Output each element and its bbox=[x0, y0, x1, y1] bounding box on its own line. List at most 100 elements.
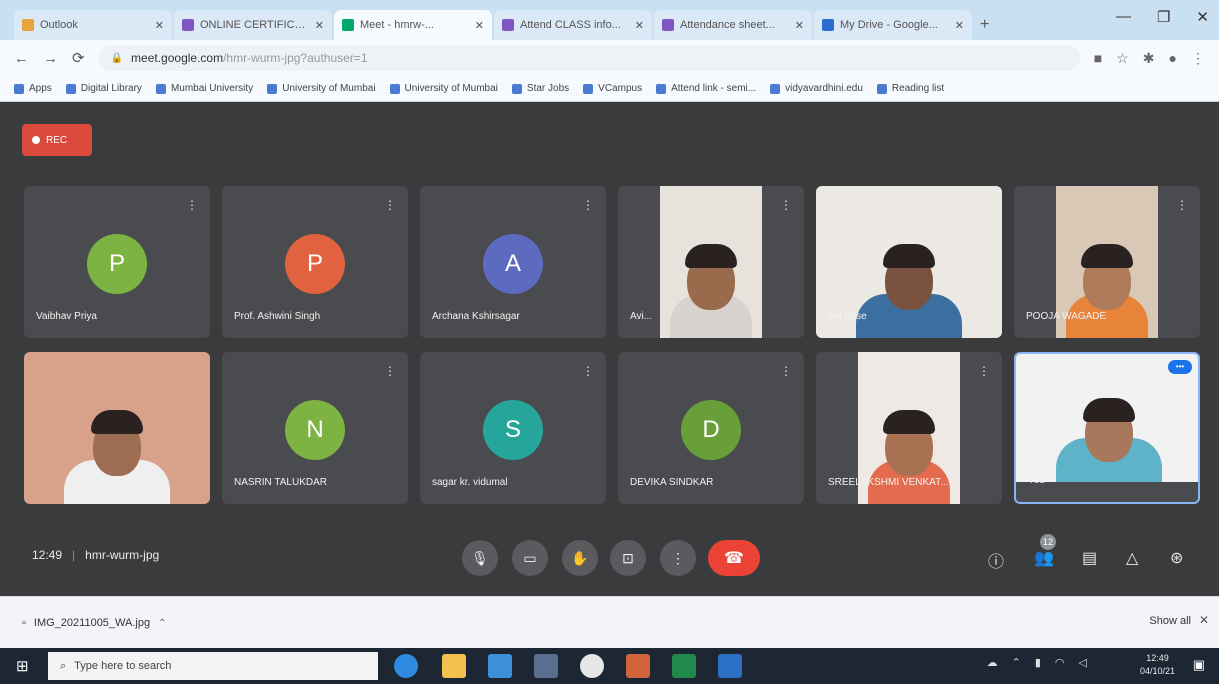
back-icon[interactable]: ← bbox=[14, 50, 29, 67]
bookmark-item[interactable]: Apps bbox=[14, 83, 52, 94]
participant-tile[interactable]: N ⋮ NASRIN TALUKDAR bbox=[222, 352, 408, 504]
tab-close-icon[interactable]: ✕ bbox=[155, 19, 164, 32]
browser-tab[interactable]: My Drive - Google... ✕ bbox=[814, 10, 972, 40]
activities-icon: △ bbox=[1126, 550, 1139, 567]
windows-start-icon[interactable]: ⊞ bbox=[16, 657, 29, 675]
people-button[interactable]: 👥 12 bbox=[1034, 534, 1056, 568]
bookmark-item[interactable]: Reading list bbox=[876, 83, 944, 94]
word-icon[interactable] bbox=[718, 654, 742, 678]
chat-button[interactable]: ▤ bbox=[1082, 548, 1097, 568]
participant-tile[interactable]: ⋮ Avi Wise bbox=[816, 186, 1002, 338]
bookmark-label: VCampus bbox=[598, 83, 643, 94]
chrome-icon[interactable] bbox=[580, 654, 604, 678]
chat-icon: ▤ bbox=[1082, 550, 1098, 567]
participant-tile[interactable] bbox=[24, 352, 210, 504]
show-all-button[interactable]: Show all bbox=[1149, 615, 1191, 627]
maximize-button[interactable]: ❐ bbox=[1157, 8, 1170, 26]
tab-close-icon[interactable]: ✕ bbox=[475, 19, 484, 32]
forward-icon[interactable]: → bbox=[43, 50, 58, 67]
tile-more-icon[interactable]: ⋮ bbox=[582, 198, 594, 212]
bookmark-item[interactable]: Attend link - semi... bbox=[656, 83, 756, 94]
bookmark-item[interactable]: University of Mumbai bbox=[389, 83, 498, 94]
weather-icon[interactable]: ☁ bbox=[987, 656, 998, 669]
bookmark-item[interactable]: VCampus bbox=[583, 83, 642, 94]
taskbar-clock[interactable]: 12:49 04/10/21 bbox=[1140, 652, 1175, 678]
tile-more-icon[interactable]: ⋮ bbox=[384, 198, 396, 212]
bookmark-item[interactable]: Mumbai University bbox=[155, 83, 253, 94]
participant-tile[interactable]: ⋮ POOJA WAGADE bbox=[1014, 186, 1200, 338]
bookmark-item[interactable]: vidyavardhini.edu bbox=[770, 83, 863, 94]
browser-tab[interactable]: Outlook ✕ bbox=[14, 10, 172, 40]
leave-call-button[interactable]: ☎ bbox=[708, 540, 760, 576]
meeting-details-button[interactable]: ⓘ bbox=[988, 548, 1004, 572]
browser-tab[interactable]: Attend CLASS info... ✕ bbox=[494, 10, 652, 40]
excel-icon[interactable] bbox=[672, 654, 696, 678]
window-controls: — ❐ ✕ bbox=[1116, 8, 1209, 26]
participant-tile[interactable]: A ⋮ Archana Kshirsagar bbox=[420, 186, 606, 338]
tile-more-icon[interactable]: ⋮ bbox=[978, 198, 990, 212]
camera-button[interactable]: ▭ bbox=[512, 540, 548, 576]
activities-button[interactable]: △ bbox=[1126, 548, 1138, 568]
notification-icon[interactable]: ▣ bbox=[1193, 657, 1205, 673]
tile-more-icon[interactable]: ⋮ bbox=[1176, 198, 1188, 212]
participant-tile[interactable]: P ⋮ Vaibhav Priya bbox=[24, 186, 210, 338]
tile-more-icon[interactable]: ⋮ bbox=[780, 364, 792, 378]
tab-close-icon[interactable]: ✕ bbox=[955, 19, 964, 32]
volume-icon[interactable]: ◁ bbox=[1079, 656, 1087, 669]
tile-more-icon[interactable]: ⋮ bbox=[384, 364, 396, 378]
download-item[interactable]: ▫ IMG_20211005_WA.jpg ⌃ bbox=[22, 609, 166, 637]
wifi-icon[interactable]: ◠ bbox=[1055, 656, 1065, 669]
file-explorer-icon[interactable] bbox=[442, 654, 466, 678]
menu-icon[interactable]: ⋮ bbox=[1191, 50, 1205, 67]
minimize-button[interactable]: — bbox=[1116, 8, 1131, 26]
bookmark-item[interactable]: University of Mumbai bbox=[267, 83, 376, 94]
edge-icon[interactable] bbox=[394, 654, 418, 678]
close-window-button[interactable]: ✕ bbox=[1196, 8, 1209, 26]
reload-icon[interactable]: ⟳ bbox=[72, 49, 85, 67]
camera-indicator-icon[interactable]: ■ bbox=[1094, 50, 1102, 66]
info-divider: | bbox=[72, 548, 76, 562]
chevron-up-icon[interactable]: ⌃ bbox=[158, 618, 166, 629]
bookmark-item[interactable]: Digital Library bbox=[65, 83, 142, 94]
chevron-up-tray-icon[interactable]: ⌃ bbox=[1012, 656, 1021, 669]
meet-controls: 12:49 | hmr-wurm-jpg 🎙 ▭ ✋ ⊡ ⋮ ☎ ⓘ 👥 12 ▤ … bbox=[0, 514, 1219, 596]
bookmark-icon bbox=[511, 83, 522, 94]
participant-tile[interactable]: P ⋮ Prof. Ashwini Singh bbox=[222, 186, 408, 338]
host-controls-button[interactable]: ⊛ bbox=[1170, 548, 1183, 568]
participant-tile[interactable]: ••• You bbox=[1014, 352, 1200, 504]
present-button[interactable]: ⊡ bbox=[610, 540, 646, 576]
participant-tile[interactable]: ⋮ SREELAKSHMI VENKAT... bbox=[816, 352, 1002, 504]
url-input[interactable]: 🔒 meet.google.com /hmr-wurm-jpg?authuser… bbox=[98, 45, 1080, 71]
powerpoint-icon[interactable] bbox=[626, 654, 650, 678]
bookmark-item[interactable]: Star Jobs bbox=[511, 83, 569, 94]
dropbox-icon[interactable] bbox=[534, 654, 558, 678]
taskbar-search[interactable]: ⌕ Type here to search bbox=[48, 652, 378, 680]
video-person-hair bbox=[883, 244, 935, 268]
bookmark-label: Digital Library bbox=[80, 83, 142, 94]
participant-tile[interactable]: D ⋮ DEVIKA SINDKAR bbox=[618, 352, 804, 504]
participant-tile[interactable]: S ⋮ sagar kr. vidumal bbox=[420, 352, 606, 504]
battery-icon[interactable]: ▮ bbox=[1035, 656, 1041, 669]
new-tab-button[interactable]: + bbox=[980, 16, 989, 34]
browser-tab[interactable]: ONLINE CERTIFICA... ✕ bbox=[174, 10, 332, 40]
raise-hand-button[interactable]: ✋ bbox=[562, 540, 598, 576]
bookmark-icon bbox=[155, 83, 166, 94]
tile-more-icon[interactable]: ⋮ bbox=[780, 198, 792, 212]
star-icon[interactable]: ☆ bbox=[1116, 50, 1129, 67]
store-icon[interactable] bbox=[488, 654, 512, 678]
close-icon[interactable]: ✕ bbox=[1199, 613, 1209, 627]
extensions-icon[interactable]: ✱ bbox=[1143, 50, 1155, 67]
microphone-button[interactable]: 🎙 bbox=[462, 540, 498, 576]
tab-close-icon[interactable]: ✕ bbox=[635, 19, 644, 32]
tile-more-icon[interactable]: ⋮ bbox=[186, 198, 198, 212]
tile-more-icon[interactable]: ⋮ bbox=[582, 364, 594, 378]
tab-close-icon[interactable]: ✕ bbox=[315, 19, 324, 32]
tab-close-icon[interactable]: ✕ bbox=[795, 19, 804, 32]
browser-tab[interactable]: Meet - hmrw-... ✕ bbox=[334, 10, 492, 40]
tile-more-icon[interactable]: ⋮ bbox=[978, 364, 990, 378]
profile-icon[interactable]: ● bbox=[1169, 50, 1177, 66]
browser-tab[interactable]: Attendance sheet... ✕ bbox=[654, 10, 812, 40]
participant-tile[interactable]: ⋮ Avi... bbox=[618, 186, 804, 338]
more-options-button[interactable]: ⋮ bbox=[660, 540, 696, 576]
meeting-code: hmr-wurm-jpg bbox=[85, 548, 160, 562]
